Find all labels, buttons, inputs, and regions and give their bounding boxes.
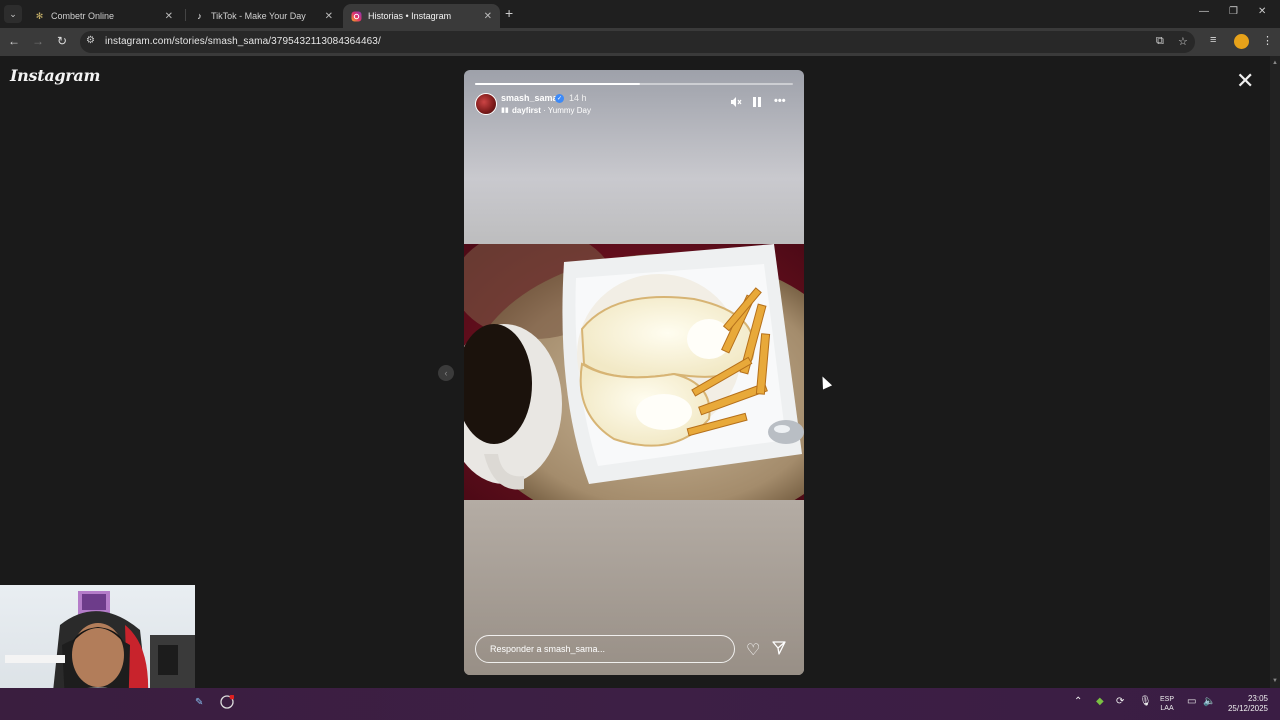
profile-avatar[interactable] (1234, 34, 1249, 49)
tab-combetr[interactable]: ✻ Combetr Online ✕ (26, 4, 181, 28)
window-close-icon[interactable]: ✕ (1258, 6, 1266, 17)
keyboard-layout: LAA (1160, 705, 1174, 712)
media-control-icon[interactable]: ≡ (1210, 34, 1216, 46)
pause-icon[interactable] (752, 96, 762, 111)
music-title: Yummy Day (547, 106, 591, 115)
minimize-icon[interactable]: — (1199, 6, 1209, 17)
clock-date: 25/12/2025 (1227, 704, 1268, 713)
tab-close-icon[interactable]: ✕ (484, 11, 492, 22)
browser-tab-bar: ⌄ ✻ Combetr Online ✕ ♪ TikTok - Make You… (0, 0, 1280, 28)
tab-close-icon[interactable]: ✕ (165, 11, 173, 22)
mouse-cursor (817, 374, 833, 390)
send-icon[interactable] (772, 641, 786, 660)
bookmark-star-icon[interactable]: ☆ (1178, 35, 1188, 48)
reload-icon[interactable]: ↻ (54, 34, 70, 48)
language-indicator[interactable]: ESP LAA (1160, 695, 1174, 713)
reply-placeholder: Responder a smash_sama... (490, 644, 606, 654)
story-photo (464, 244, 804, 500)
forward-icon[interactable]: → (30, 34, 46, 48)
clock-time: 23:05 (1247, 694, 1268, 703)
mute-icon[interactable] (730, 96, 742, 111)
system-clock[interactable]: 23:05 25/12/2025 (1222, 694, 1268, 714)
install-app-icon[interactable]: ⧉ (1156, 35, 1164, 48)
tab-instagram[interactable]: Historias • Instagram ✕ (343, 4, 500, 28)
more-options-icon[interactable]: ••• (774, 95, 786, 107)
instagram-icon (351, 11, 362, 22)
story-card[interactable]: smash_sama ✓ 14 h ▮▮ dayfirst · Yummy Da… (464, 70, 804, 675)
restore-icon[interactable]: ❐ (1229, 6, 1238, 17)
instagram-logo[interactable]: Instagram (10, 66, 100, 85)
story-progress-fill (475, 83, 641, 85)
music-separator: · (540, 106, 548, 115)
back-icon[interactable]: ← (6, 34, 22, 48)
nvidia-icon[interactable]: ◆ (1096, 696, 1104, 707)
heart-icon[interactable]: ♡ (746, 640, 760, 660)
tab-close-icon[interactable]: ✕ (325, 11, 333, 22)
scroll-up-icon[interactable]: ▲ (1272, 60, 1278, 66)
network-icon[interactable]: ▭ (1187, 696, 1196, 707)
story-music-info[interactable]: dayfirst · Yummy Day (512, 106, 591, 115)
page-scrollbar[interactable] (1270, 56, 1280, 688)
reply-input[interactable]: Responder a smash_sama... (475, 635, 735, 663)
new-tab-button[interactable]: + (505, 5, 513, 21)
menu-kebab-icon[interactable]: ⋮ (1262, 34, 1273, 47)
music-bars-icon: ▮▮ (501, 107, 509, 114)
tray-chevron-up-icon[interactable]: ⌃ (1074, 696, 1082, 707)
avatar[interactable] (475, 93, 497, 115)
close-story-icon[interactable]: ✕ (1236, 70, 1254, 92)
previous-story-arrow-icon[interactable]: ‹ (438, 365, 454, 381)
story-progress-bar (475, 83, 793, 85)
sync-icon[interactable]: ⟳ (1116, 696, 1124, 707)
tiktok-icon: ♪ (197, 11, 202, 21)
tab-tiktok[interactable]: ♪ TikTok - Make Your Day ✕ (186, 4, 341, 28)
tab-title: Combetr Online (51, 11, 115, 21)
windows-taskbar: ✎ ⌃ ◆ ⟳ 🎙 ESP LAA ▭ 🔈 23:05 25/12/2025 (0, 688, 1280, 720)
gear-icon: ✻ (35, 10, 44, 21)
language-code: ESP (1160, 696, 1175, 703)
pinned-app-icon[interactable]: ✎ (195, 697, 203, 708)
site-info-icon[interactable]: ⚙ (86, 35, 95, 46)
tab-title: Historias • Instagram (368, 11, 452, 21)
story-time-ago: 14 h (569, 93, 587, 103)
address-bar[interactable]: ⚙ instagram.com/stories/smash_sama/37954… (80, 31, 1195, 53)
tab-search-button[interactable]: ⌄ (4, 5, 22, 23)
music-artist: dayfirst (512, 106, 541, 115)
obs-recording-icon[interactable] (220, 694, 235, 712)
microphone-icon[interactable]: 🎙 (1139, 696, 1152, 707)
browser-toolbar: ← → ↻ ⚙ instagram.com/stories/smash_sama… (0, 28, 1280, 56)
url-text: instagram.com/stories/smash_sama/3795432… (105, 36, 381, 47)
speaker-icon[interactable]: 🔈 (1203, 696, 1215, 707)
scroll-down-icon[interactable]: ▼ (1272, 678, 1278, 684)
tab-title: TikTok - Make Your Day (211, 11, 306, 21)
story-username[interactable]: smash_sama (501, 93, 558, 103)
story-photo-illustration (464, 244, 804, 500)
verified-badge-icon: ✓ (555, 94, 564, 103)
